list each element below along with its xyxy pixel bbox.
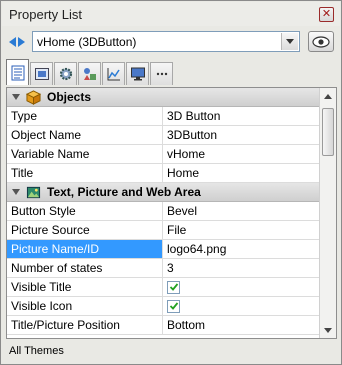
property-value[interactable]: 3DButton bbox=[163, 126, 320, 144]
navigation-arrows[interactable] bbox=[9, 36, 27, 48]
close-icon: ✕ bbox=[321, 8, 332, 20]
gear-icon bbox=[59, 67, 72, 81]
tab-more[interactable] bbox=[150, 62, 173, 85]
section-title: Objects bbox=[47, 90, 92, 104]
property-name: Visible Icon bbox=[7, 297, 163, 315]
eye-icon bbox=[312, 35, 330, 48]
property-value bbox=[163, 278, 320, 296]
property-row-type[interactable]: Type 3D Button bbox=[7, 107, 320, 126]
tab-shapes[interactable] bbox=[78, 62, 101, 85]
more-icon bbox=[156, 72, 167, 76]
tab-settings[interactable] bbox=[54, 62, 77, 85]
property-name: Number of states bbox=[7, 259, 163, 277]
dropdown-arrow-button[interactable] bbox=[281, 33, 298, 50]
property-value[interactable]: Bottom bbox=[163, 316, 320, 334]
property-grid: Objects Type 3D Button Object Name 3DBut… bbox=[6, 87, 337, 339]
visible-icon-checkbox[interactable] bbox=[167, 299, 180, 313]
property-name: Title/Picture Position bbox=[7, 316, 163, 334]
object-selector-row: vHome (3DButton) bbox=[2, 29, 340, 55]
shapes-icon bbox=[83, 68, 96, 80]
property-name: Picture Name/ID bbox=[7, 240, 163, 258]
display-options-button[interactable] bbox=[308, 31, 334, 52]
property-list-window: Property List ✕ vHome (3DButton) Objects… bbox=[0, 0, 342, 365]
theme-filter-label: All Themes bbox=[9, 345, 64, 357]
window-title: Property List bbox=[9, 6, 82, 22]
property-row-picture-name-id[interactable]: Picture Name/ID logo64.png bbox=[7, 240, 320, 259]
property-value[interactable]: logo64.png bbox=[163, 240, 320, 258]
chevron-up-icon bbox=[324, 93, 332, 99]
line-chart-icon bbox=[107, 68, 120, 81]
monitor-icon bbox=[130, 67, 145, 81]
visible-title-checkbox[interactable] bbox=[167, 280, 180, 294]
close-button[interactable]: ✕ bbox=[319, 7, 334, 22]
property-name: Object Name bbox=[7, 126, 163, 144]
property-row-title-picture-position[interactable]: Title/Picture Position Bottom bbox=[7, 316, 320, 335]
chevron-down-icon bbox=[286, 39, 294, 44]
cube-icon bbox=[26, 89, 41, 105]
property-row-variable-name[interactable]: Variable Name vHome bbox=[7, 145, 320, 164]
property-value[interactable]: File bbox=[163, 221, 320, 239]
section-title: Text, Picture and Web Area bbox=[47, 185, 201, 199]
property-row-visible-title[interactable]: Visible Title bbox=[7, 278, 320, 297]
property-value[interactable]: vHome bbox=[163, 145, 320, 163]
scroll-thumb[interactable] bbox=[322, 108, 334, 156]
property-row-object-name[interactable]: Object Name 3DButton bbox=[7, 126, 320, 145]
property-name: Picture Source bbox=[7, 221, 163, 239]
checkmark-icon bbox=[169, 302, 178, 310]
previous-object-icon[interactable] bbox=[9, 37, 16, 47]
property-name: Button Style bbox=[7, 202, 163, 220]
object-dropdown-value: vHome (3DButton) bbox=[37, 34, 137, 49]
property-tabs bbox=[6, 59, 338, 85]
chevron-down-icon bbox=[324, 327, 332, 333]
property-value[interactable]: Home bbox=[163, 164, 320, 182]
property-row-button-style[interactable]: Button Style Bevel bbox=[7, 202, 320, 221]
property-row-picture-source[interactable]: Picture Source File bbox=[7, 221, 320, 240]
object-dropdown[interactable]: vHome (3DButton) bbox=[32, 31, 300, 52]
property-name: Title bbox=[7, 164, 163, 182]
property-value[interactable]: Bevel bbox=[163, 202, 320, 220]
property-name: Visible Title bbox=[7, 278, 163, 296]
section-header-text-picture-web[interactable]: Text, Picture and Web Area bbox=[7, 183, 320, 202]
collapse-triangle-icon[interactable] bbox=[12, 189, 20, 195]
property-row-number-of-states[interactable]: Number of states 3 bbox=[7, 259, 320, 278]
vertical-scrollbar[interactable] bbox=[319, 88, 336, 338]
section-header-objects[interactable]: Objects bbox=[7, 88, 320, 107]
next-object-icon[interactable] bbox=[18, 37, 25, 47]
tab-objects[interactable] bbox=[30, 62, 53, 85]
property-list-icon bbox=[11, 65, 24, 80]
checkmark-icon bbox=[169, 283, 178, 291]
scroll-up-button[interactable] bbox=[320, 88, 336, 104]
property-rows: Objects Type 3D Button Object Name 3DBut… bbox=[7, 88, 320, 335]
property-value bbox=[163, 297, 320, 315]
property-name: Variable Name bbox=[7, 145, 163, 163]
tab-all-properties[interactable] bbox=[6, 59, 29, 85]
tab-chart[interactable] bbox=[102, 62, 125, 85]
scroll-down-button[interactable] bbox=[320, 322, 336, 338]
collapse-triangle-icon[interactable] bbox=[12, 94, 20, 100]
property-name: Type bbox=[7, 107, 163, 125]
property-value[interactable]: 3D Button bbox=[163, 107, 320, 125]
picture-frame-icon bbox=[34, 68, 49, 80]
picture-icon bbox=[26, 186, 41, 198]
property-value[interactable]: 3 bbox=[163, 259, 320, 277]
property-row-visible-icon[interactable]: Visible Icon bbox=[7, 297, 320, 316]
property-row-title[interactable]: Title Home bbox=[7, 164, 320, 183]
tab-display[interactable] bbox=[126, 62, 149, 85]
title-bar[interactable]: Property List ✕ bbox=[2, 2, 340, 26]
